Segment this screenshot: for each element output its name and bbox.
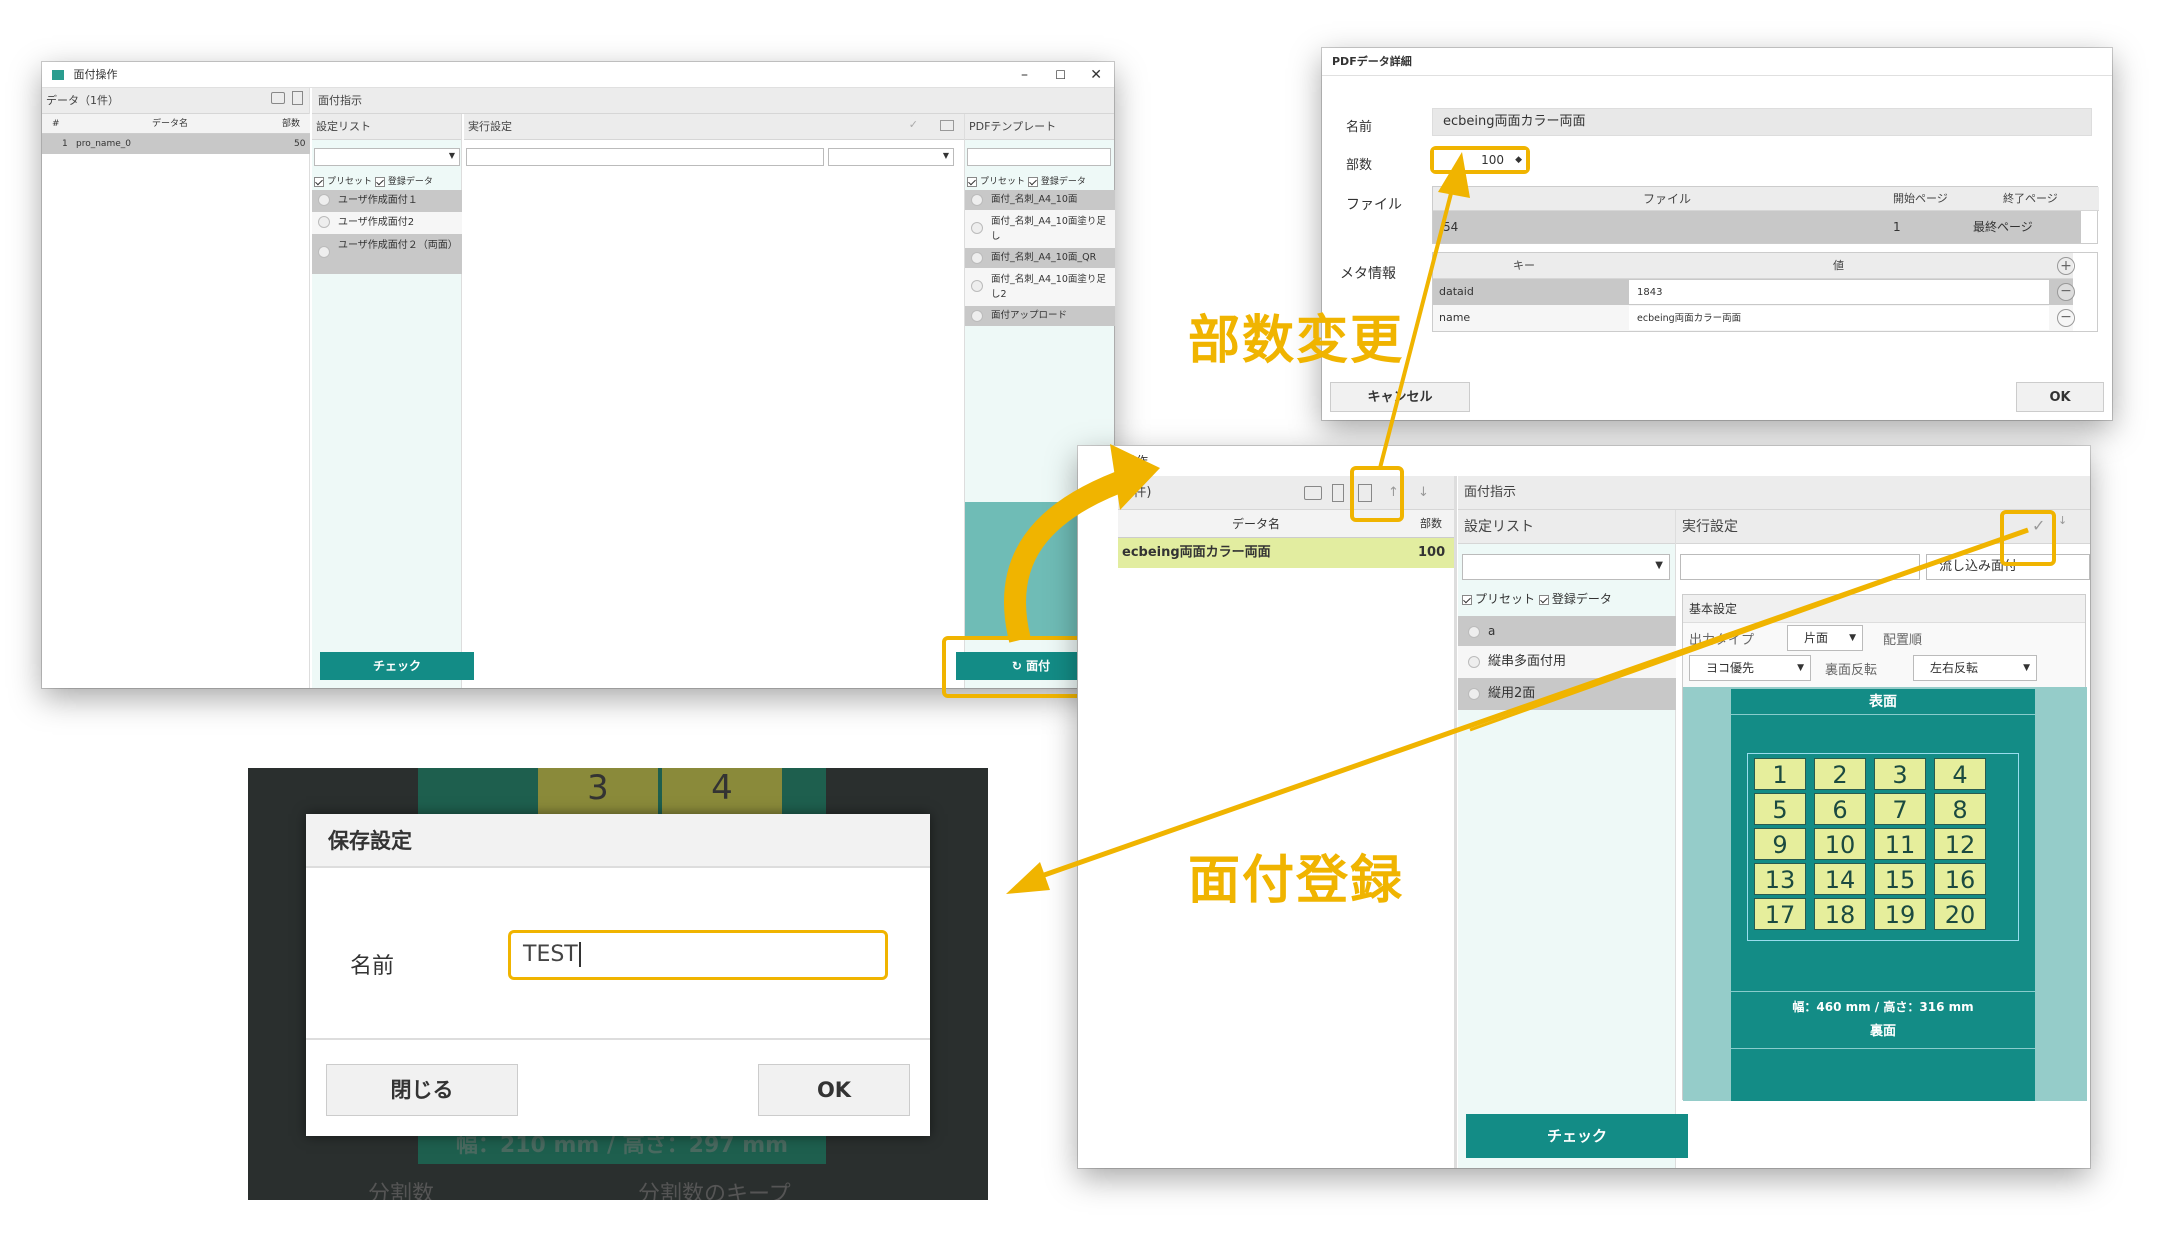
annotation-arrows bbox=[1004, 152, 2029, 894]
copies-arrow-head bbox=[1438, 152, 1470, 198]
register-arrow-head bbox=[1006, 862, 1050, 894]
curved-arrow bbox=[1004, 467, 1134, 643]
curved-arrow-head bbox=[1110, 444, 1160, 510]
copies-arrow-line bbox=[1378, 177, 1457, 469]
register-line-2 bbox=[1469, 528, 2029, 732]
